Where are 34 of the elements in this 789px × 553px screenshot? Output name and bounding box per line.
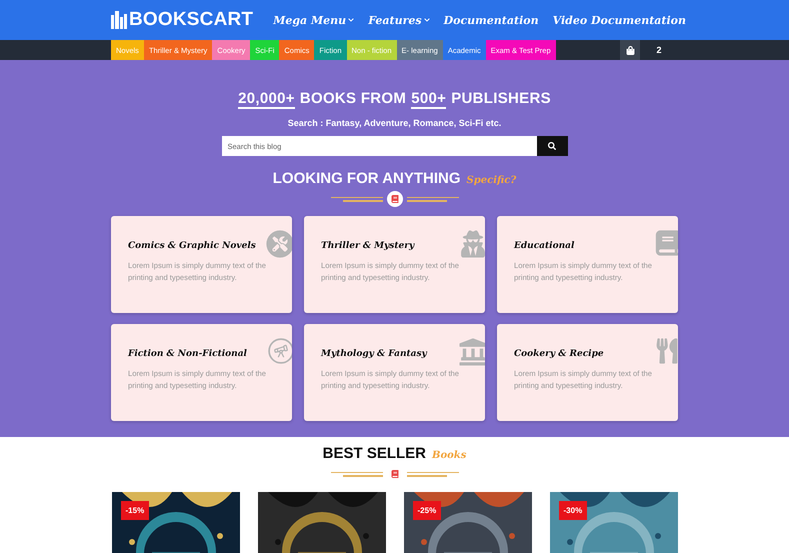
search-button[interactable] [536,136,568,156]
book-icon [654,230,678,256]
tools-icon [266,230,292,258]
card-title: Thriller & Mystery [321,241,416,251]
card-title: Fiction & Non-Fictional [128,349,248,359]
heading-accent: Specific? [466,175,516,186]
cart-count: 2 [655,45,662,55]
book-icon [386,191,402,207]
temple-icon [459,338,485,366]
card-title: Comics & Graphic Novels [128,241,257,251]
telescope-icon [268,338,292,364]
discount-badge: -25% [412,501,442,520]
section-heading: LOOKING FOR ANYTHING [272,170,461,187]
discount-badge: -15% [120,501,150,520]
search-icon [548,142,556,150]
menu-link[interactable]: Documentation [444,14,539,26]
card-title: Mythology & Fantasy [321,349,428,359]
menu-link[interactable]: Video Documentation [552,14,686,26]
utensils-icon [654,338,678,364]
caret-icon [348,17,354,23]
heading-accent: Books [432,450,466,461]
search-hint: Search : Fantasy, Adventure, Romance, Sci-Fi etc. [288,118,502,128]
logo: BOOKSCART [129,9,254,31]
section-heading: BEST SELLER [322,445,426,462]
hero-title: 20,000+ BOOKS FROM 500+ PUBLISHERS [238,90,551,109]
books-icon [111,11,127,29]
card-title: Educational [514,241,576,251]
card-title: Cookery & Recipe [514,349,605,359]
menu-link[interactable]: Features [368,14,430,26]
discount-badge: -30% [558,501,588,520]
menu-link[interactable]: Mega Menu [273,14,354,26]
spy-icon [459,230,485,258]
caret-icon [424,17,430,23]
cart-icon[interactable] [620,40,640,60]
